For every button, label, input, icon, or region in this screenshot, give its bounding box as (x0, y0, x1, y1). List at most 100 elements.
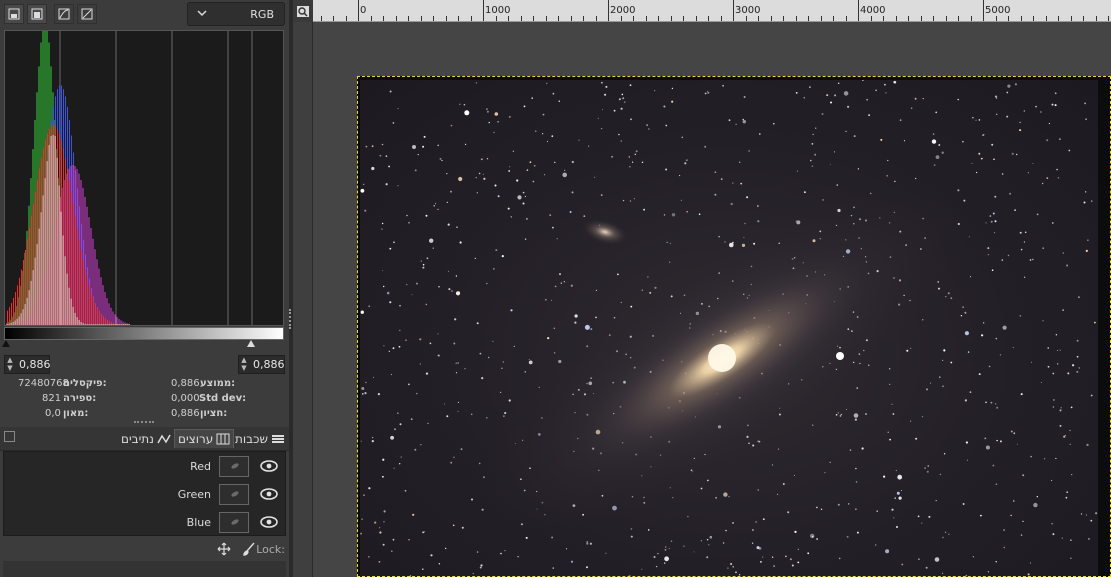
star (544, 298, 547, 301)
tab-channels[interactable]: ערוצים (174, 429, 235, 448)
star (723, 492, 728, 497)
star (551, 299, 552, 301)
spin-arrows-icon[interactable]: ▲ ▼ (5, 356, 15, 373)
star (758, 546, 762, 550)
star (611, 155, 614, 158)
astro-image (360, 80, 1098, 577)
histogram-view[interactable] (4, 30, 284, 326)
star (930, 382, 932, 384)
star (450, 124, 453, 127)
linear-button[interactable] (77, 4, 97, 24)
log-histogram-button[interactable] (27, 4, 47, 24)
range-high-input[interactable]: ▲ ▼ 0,886 (238, 355, 285, 374)
star (486, 282, 488, 285)
star (815, 127, 817, 129)
star (482, 173, 484, 175)
high-range-marker[interactable] (247, 340, 255, 347)
linear-histogram-button[interactable] (4, 4, 24, 24)
star (464, 368, 466, 370)
star (1029, 562, 1031, 564)
star (517, 195, 522, 200)
star (932, 133, 935, 135)
channel-row-blue[interactable]: Blue (4, 509, 285, 537)
star (654, 286, 657, 289)
star (751, 542, 754, 544)
star (501, 367, 503, 369)
ruler-minor-tick (970, 16, 972, 21)
star (900, 490, 902, 491)
star (671, 213, 676, 217)
spin-arrows-icon[interactable]: ▲ ▼ (239, 356, 249, 373)
star (762, 518, 765, 521)
ruler-label: 4000 (860, 5, 886, 16)
star (397, 108, 399, 110)
channel-row-red[interactable]: Red (4, 453, 285, 481)
star (994, 220, 997, 223)
star (868, 114, 870, 116)
star (545, 82, 548, 85)
star (1059, 349, 1061, 351)
star (524, 238, 527, 240)
star (1003, 546, 1006, 549)
brush-lock-icon[interactable] (242, 542, 256, 556)
move-lock-icon[interactable] (217, 542, 231, 556)
star (985, 222, 987, 224)
tab-paths[interactable]: נתיבים (118, 429, 174, 448)
star (771, 556, 774, 558)
star (471, 498, 473, 501)
perceptual-button[interactable] (54, 4, 74, 24)
range-low-input[interactable]: ▲ ▼ 0,886 (4, 355, 51, 374)
low-range-marker[interactable] (2, 340, 10, 347)
ruler-minor-tick (633, 16, 634, 21)
visibility-eye-icon[interactable] (259, 458, 279, 474)
star (894, 180, 896, 183)
tab-menu-icon[interactable] (4, 431, 15, 442)
ruler-minor-tick (983, 16, 984, 21)
star (588, 145, 590, 147)
channel-row-green[interactable]: Green (4, 481, 285, 509)
star (630, 535, 633, 538)
tab-layers[interactable]: שכבות (232, 429, 288, 448)
star (855, 481, 858, 483)
star (1091, 200, 1093, 202)
dock-resize-handle[interactable] (134, 421, 154, 426)
image-canvas[interactable] (357, 76, 1111, 577)
star (1060, 407, 1062, 409)
star (371, 145, 374, 148)
tab-channels-label: ערוצים (178, 432, 214, 446)
star (414, 448, 417, 451)
star (664, 546, 667, 548)
star (987, 571, 990, 573)
star (1012, 346, 1014, 349)
line-icon (81, 8, 93, 20)
channel-select[interactable]: RGB (187, 2, 285, 26)
star (794, 530, 797, 533)
star (475, 82, 478, 84)
star (422, 145, 425, 148)
star (554, 285, 557, 288)
star (964, 399, 968, 402)
star (542, 133, 544, 135)
star (410, 418, 413, 421)
star (446, 173, 448, 175)
star (371, 440, 374, 443)
vertical-ruler[interactable] (293, 22, 313, 577)
star (438, 563, 441, 565)
navigate-corner[interactable] (293, 0, 313, 22)
star (829, 163, 831, 165)
star (486, 158, 489, 160)
star (1047, 365, 1050, 368)
star (368, 487, 371, 490)
star (501, 255, 504, 258)
star (1042, 247, 1045, 250)
star (797, 561, 800, 564)
visibility-eye-icon[interactable] (259, 486, 279, 502)
star (791, 564, 794, 567)
star (1066, 491, 1069, 494)
visibility-eye-icon[interactable] (259, 514, 279, 530)
star (992, 212, 995, 215)
ruler-minor-tick (908, 16, 909, 21)
star (856, 387, 858, 389)
horizontal-ruler[interactable]: 0 1000 2000 3000 4000 5000 (313, 0, 1111, 22)
star (584, 324, 590, 330)
